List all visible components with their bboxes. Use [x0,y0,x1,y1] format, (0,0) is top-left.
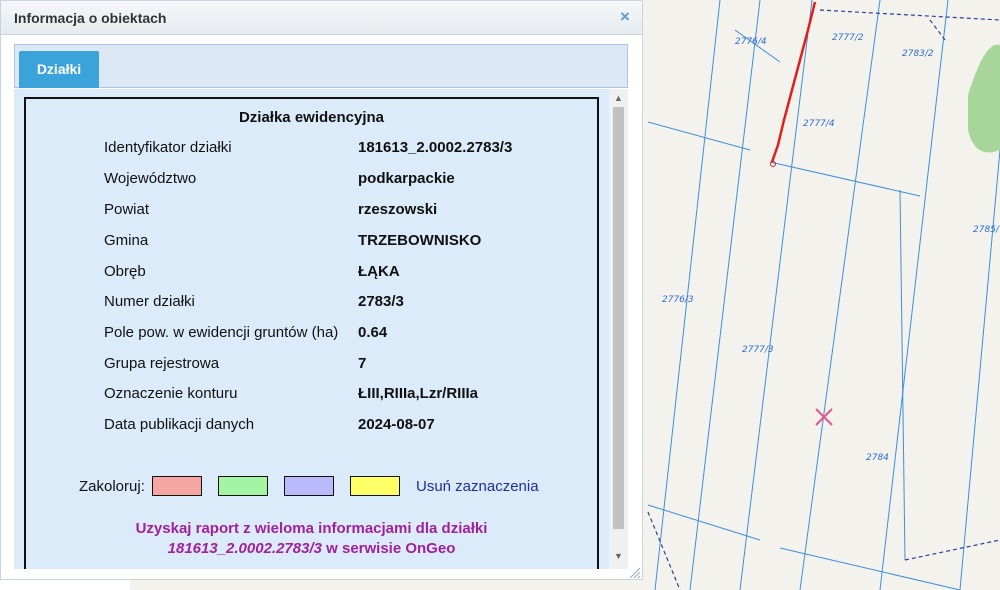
color-swatch-blue[interactable] [284,476,334,496]
info-row: Numer działki 2783/3 [26,293,597,315]
scroll-thumb[interactable] [613,107,624,529]
colorize-label: Zakoloruj: [79,478,145,495]
report-line-2: 181613_2.0002.2783/3 w serwisie OnGeo [26,539,597,559]
map-label: 2785/ [973,225,1000,235]
info-row: Powiat rzeszowski [26,201,597,223]
parcel-boundary [739,0,813,590]
row-label: Powiat [104,201,150,218]
parcel-boundary [647,121,751,151]
row-label: Data publikacji danych [104,416,255,433]
parcel-boundary [799,0,881,590]
row-value: 181613_2.0002.2783/3 [358,139,513,156]
scroll-down-icon[interactable]: ▼ [609,549,628,563]
parcel-info-card: Działka ewidencyjna Identyfikator działk… [24,97,599,569]
scroll-up-icon[interactable]: ▲ [609,91,628,105]
info-row: Oznaczenie konturu ŁIII,RIIIa,Lzr/RIIIa [26,385,597,407]
clear-selection-link[interactable]: Usuń zaznaczenia [416,478,539,495]
info-row: Identyfikator działki 181613_2.0002.2783… [26,139,597,161]
report-parcel-id: 181613_2.0002.2783/3 [167,540,322,557]
row-label: Pole pow. w ewidencji gruntów (ha) [104,324,339,341]
highlighted-boundary [770,1,817,163]
colorize-controls: Zakoloruj: Usuń zaznaczenia [26,475,597,499]
tab-bar: Działki [14,44,628,88]
row-value: 2024-08-07 [358,416,435,433]
row-label: Identyfikator działki [104,139,232,156]
info-row: Pole pow. w ewidencji gruntów (ha) 0.64 [26,324,597,346]
color-swatch-red[interactable] [152,476,202,496]
close-icon[interactable]: × [616,8,634,26]
panel-title: Informacja o obiektach [14,10,167,26]
report-line-1: Uzyskaj raport z wieloma informacjami dl… [135,520,488,537]
panel-header[interactable]: Informacja o obiektach × [1,1,642,35]
info-row: Obręb ŁĄKA [26,263,597,285]
info-row: Data publikacji danych 2024-08-07 [26,416,597,438]
map-label: 2784 [866,453,889,463]
report-link[interactable]: Uzyskaj raport z wieloma informacjami dl… [26,519,597,559]
report-suffix: w serwisie OnGeo [321,540,456,557]
row-label: Obręb [104,263,146,280]
row-value: TRZEBOWNISKO [358,232,482,249]
row-label: Numer działki [104,293,195,310]
green-area [968,44,1000,153]
tab-content: Działka ewidencyjna Identyfikator działk… [14,89,628,569]
precinct-boundary [929,19,946,41]
row-value: ŁIII,RIIIa,Lzr/RIIIa [358,385,479,402]
precinct-boundary [647,511,681,590]
parcel-boundary [769,161,921,197]
map-label: 2777/3 [742,345,774,355]
map-label: 2777/4 [803,119,835,129]
row-value: 2783/3 [358,293,404,310]
row-value: podkarpackie [358,170,455,187]
row-value: 7 [358,355,367,372]
parcel-boundary [959,149,1000,590]
card-title: Działka ewidencyjna [238,109,385,126]
parcel-boundary [899,189,906,561]
map-label: 2776/4 [735,37,767,47]
row-value: ŁĄKA [358,263,400,280]
precinct-boundary [904,539,1000,561]
row-label: Województwo [104,170,197,187]
row-value: rzeszowski [358,201,438,218]
resize-grip-icon[interactable] [628,566,641,579]
row-label: Grupa rejestrowa [104,355,220,372]
color-swatch-green[interactable] [218,476,268,496]
info-row: Gmina TRZEBOWNISKO [26,232,597,254]
row-value: 0.64 [358,324,388,341]
parcel-boundary [647,504,761,541]
object-info-panel: Informacja o obiektach × Działki Działka… [0,0,643,580]
map-label: 2776/3 [662,295,694,305]
row-label: Gmina [104,232,149,249]
parcel-boundary [879,0,949,590]
vertical-scrollbar[interactable]: ▲ ▼ [609,89,628,569]
info-row: Województwo podkarpackie [26,170,597,192]
parcel-boundary [689,0,761,590]
color-swatch-yellow[interactable] [350,476,400,496]
row-label: Oznaczenie konturu [104,385,238,402]
bottom-strip [0,580,130,590]
map-label: 2777/2 [832,33,864,43]
map-label: 2783/2 [902,49,934,59]
info-row: Grupa rejestrowa 7 [26,355,597,377]
tab-dzialki[interactable]: Działki [19,51,99,88]
precinct-boundary [819,9,1000,21]
